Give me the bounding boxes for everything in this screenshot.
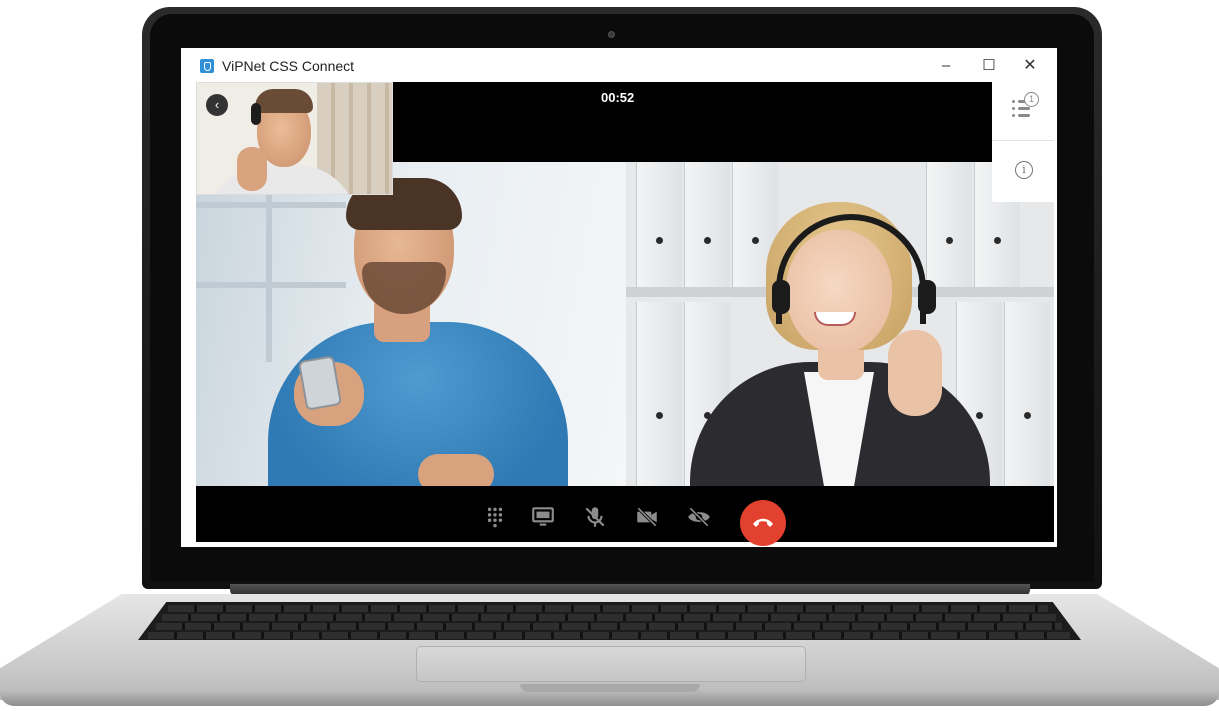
hang-up-button[interactable] bbox=[740, 500, 786, 546]
remote-video bbox=[196, 162, 1054, 486]
screen-share-icon[interactable] bbox=[530, 504, 556, 530]
side-panel-divider bbox=[992, 140, 1054, 141]
laptop-front-edge bbox=[0, 690, 1219, 706]
participant-video-woman bbox=[626, 162, 1054, 486]
side-panel: 1 i bbox=[992, 82, 1054, 202]
back-arrow-icon[interactable]: ‹ bbox=[206, 94, 228, 116]
close-button[interactable]: ✕ bbox=[1017, 55, 1043, 77]
minimize-button[interactable]: – bbox=[933, 55, 959, 77]
call-timer: 00:52 bbox=[601, 90, 635, 105]
participant-video-man bbox=[196, 162, 626, 486]
hang-up-icon bbox=[753, 518, 773, 527]
title-bar: ViPNet CSS Connect – ☐ ✕ bbox=[181, 48, 1057, 82]
call-area: ‹ 00:52 1 i bbox=[196, 82, 1054, 546]
laptop-mockup: ViPNet CSS Connect – ☐ ✕ ‹ 00:52 1 i bbox=[0, 0, 1219, 711]
self-view-video[interactable]: ‹ bbox=[196, 82, 393, 195]
camera-off-icon[interactable] bbox=[634, 504, 660, 530]
trackpad bbox=[416, 646, 806, 682]
call-controls-bar bbox=[196, 486, 1054, 546]
app-window: ViPNet CSS Connect – ☐ ✕ ‹ 00:52 1 i bbox=[181, 48, 1057, 547]
laptop-notch bbox=[520, 684, 700, 692]
video-hide-icon[interactable] bbox=[686, 504, 712, 530]
window-title: ViPNet CSS Connect bbox=[222, 58, 355, 74]
info-icon[interactable]: i bbox=[1015, 161, 1033, 179]
participants-count-badge: 1 bbox=[1024, 92, 1039, 107]
dialpad-icon[interactable] bbox=[482, 504, 508, 530]
mic-off-icon[interactable] bbox=[582, 504, 608, 530]
app-logo-icon bbox=[200, 59, 214, 73]
maximize-button[interactable]: ☐ bbox=[976, 55, 1002, 77]
participants-list-icon[interactable]: 1 bbox=[1012, 92, 1040, 120]
keyboard bbox=[138, 602, 1081, 640]
webcam bbox=[608, 31, 615, 38]
